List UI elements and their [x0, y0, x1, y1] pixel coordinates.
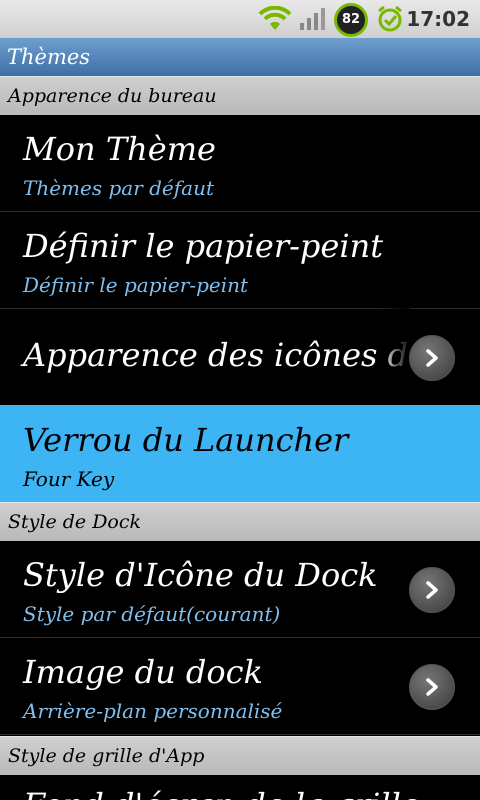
alarm-icon — [378, 5, 402, 32]
chevron-right-icon[interactable] — [409, 335, 455, 381]
section-header-label: Apparence du bureau — [8, 85, 217, 107]
section-header-label: Style de Dock — [8, 511, 142, 533]
list-item-icon-appearance[interactable]: Apparence des icônes du — [0, 308, 480, 406]
list-item-label: Image du dock — [23, 653, 263, 691]
chevron-right-icon[interactable] — [409, 567, 455, 613]
section-header-app-grid: Style de grille d'App — [0, 736, 480, 775]
list-item-label: Définir le papier-peint — [23, 227, 384, 265]
title-bar: Thèmes — [0, 38, 480, 76]
list-item-label: Mon Thème — [23, 130, 216, 168]
list-item-label: Verrou du Launcher — [23, 421, 349, 459]
battery-level: 82 — [341, 12, 361, 27]
list-item-launcher-lock[interactable]: Verrou du Launcher Four Key — [0, 405, 480, 502]
list-item-grid-wallpaper[interactable]: Fond d'écran de la grille — [0, 774, 480, 800]
list-item-dock-image[interactable]: Image du dock Arrière-plan personnalisé — [0, 637, 480, 735]
status-bar: 82 17:02 — [0, 0, 480, 38]
battery-icon: 82 — [334, 3, 368, 37]
list-item-label: Style d'Icône du Dock — [23, 556, 378, 594]
list-item-label: Apparence des icônes du — [23, 336, 429, 374]
list-item-sublabel: Thèmes par défaut — [23, 176, 215, 200]
section-header-label: Style de grille d'App — [8, 745, 205, 767]
wifi-icon — [258, 6, 292, 30]
list-item-dock-icon-style[interactable]: Style d'Icône du Dock Style par défaut(c… — [0, 540, 480, 638]
list-item-sublabel: Style par défaut(courant) — [23, 602, 281, 626]
section-header-dock: Style de Dock — [0, 502, 480, 541]
status-clock: 17:02 — [406, 7, 470, 31]
signal-icon — [300, 8, 325, 30]
page-title: Thèmes — [7, 45, 91, 69]
list-item-sublabel: Four Key — [23, 467, 115, 491]
list-item-my-theme[interactable]: Mon Thème Thèmes par défaut — [0, 114, 480, 212]
list-item-sublabel: Arrière-plan personnalisé — [23, 699, 283, 723]
list-item-sublabel: Définir le papier-peint — [23, 273, 249, 297]
chevron-right-icon[interactable] — [409, 664, 455, 710]
list-item-set-wallpaper[interactable]: Définir le papier-peint Définir le papie… — [0, 211, 480, 309]
list-item-label: Fond d'écran de la grille — [23, 786, 420, 800]
section-header-desktop: Apparence du bureau — [0, 76, 480, 115]
